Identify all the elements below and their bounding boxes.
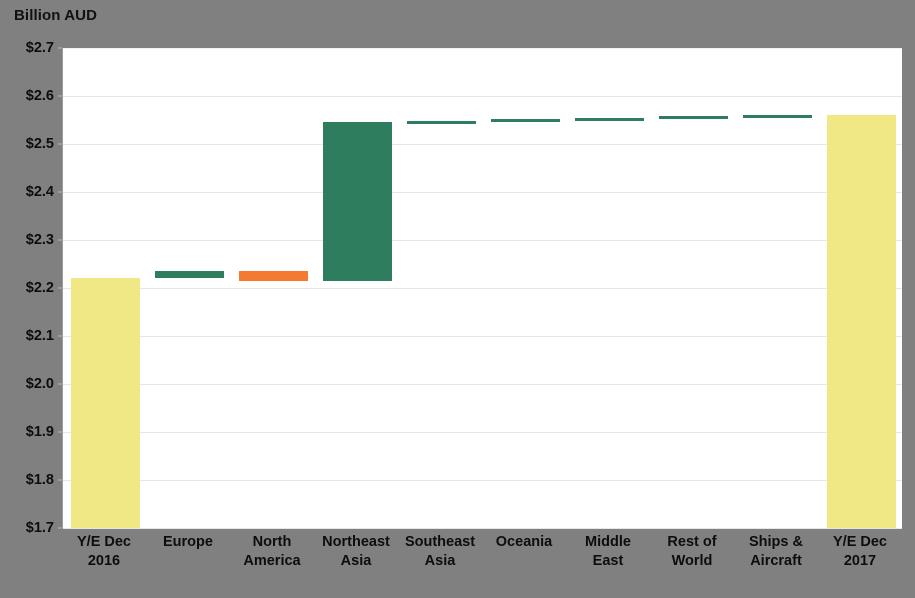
gridline — [63, 384, 902, 385]
x-tick-label-line: East — [592, 553, 624, 569]
gridline — [63, 240, 902, 241]
x-tick-label: Y/E Dec 2016 — [62, 533, 146, 571]
x-tick-label-line: Aircraft — [750, 553, 802, 569]
x-tick-label-line: Asia — [340, 553, 372, 569]
y-tick-label: $2.4 — [25, 184, 54, 200]
x-tick-label-line: Middle — [585, 534, 631, 550]
x-tick-label: Y/E Dec 2017 — [818, 533, 902, 571]
bar-y-e-dec-2016 — [70, 278, 140, 528]
x-tick-label-line: Ships & — [749, 534, 803, 550]
x-tick-label: North America — [230, 533, 314, 571]
plot-area — [62, 48, 902, 529]
gridline — [63, 192, 902, 193]
waterfall-chart: Billion AUD $2.7 $2.6 $2.5 $2.4 $2.3 $2.2 $2.1… — [0, 0, 915, 598]
x-tick-label-line: Asia — [424, 553, 456, 569]
x-tick-label: Middle East — [566, 533, 650, 571]
y-tick-label: $2.7 — [25, 40, 54, 56]
x-tick-label: Southeast Asia — [398, 533, 482, 571]
x-tick-label: Oceania — [482, 533, 566, 552]
bar-rest-of-world — [658, 116, 728, 120]
x-tick-label-line: Rest of — [667, 534, 717, 550]
bar-southeast-asia — [406, 120, 476, 124]
gridline — [63, 144, 902, 145]
bar-north-america — [238, 271, 308, 281]
y-axis: $2.7 $2.6 $2.5 $2.4 $2.3 $2.2 $2.1 $2.0 $1.9 $1.8… — [0, 40, 62, 536]
bar-middle-east — [574, 117, 644, 121]
x-tick-label-line: Europe — [163, 534, 213, 550]
y-tick-label: $2.0 — [25, 376, 54, 392]
bar-oceania — [490, 119, 560, 123]
bar-northeast-asia — [322, 122, 392, 281]
x-tick-label-line: World — [671, 553, 713, 569]
gridline — [63, 288, 902, 289]
y-tick-label: $2.1 — [25, 328, 54, 344]
bar-y-e-dec-2017 — [826, 115, 896, 528]
y-tick-label: $2.5 — [25, 136, 54, 152]
y-tick-label: $1.7 — [25, 520, 54, 536]
x-tick-label-line: Y/E Dec — [77, 534, 131, 550]
gridline — [63, 48, 902, 49]
x-tick-label-line: North — [252, 534, 292, 550]
x-tick-label-line: Southeast — [404, 534, 476, 550]
x-tick-label-line: Oceania — [495, 534, 553, 550]
x-tick-label: Rest of World — [650, 533, 734, 571]
y-tick-label: $2.2 — [25, 280, 54, 296]
chart-title: Billion AUD — [14, 7, 98, 24]
x-tick-label-line: 2017 — [843, 553, 877, 569]
y-tick-label: $2.6 — [25, 88, 54, 104]
x-tick-label: Northeast Asia — [314, 533, 398, 571]
x-tick-label-line: 2016 — [87, 553, 121, 569]
gridline — [63, 96, 902, 97]
gridline — [63, 432, 902, 433]
x-tick-label-line: Northeast — [322, 534, 390, 550]
gridline — [63, 480, 902, 481]
bar-europe — [154, 271, 224, 279]
x-tick-label-line: America — [243, 553, 301, 569]
y-tick-label: $1.9 — [25, 424, 54, 440]
bar-ships-aircraft — [742, 115, 812, 119]
y-tick-label: $1.8 — [25, 472, 54, 488]
x-axis: Y/E Dec 2016 Europe North America Northeast As… — [62, 530, 902, 592]
gridline — [63, 336, 902, 337]
gridline — [63, 528, 902, 529]
y-tick-label: $2.3 — [25, 232, 54, 248]
x-tick-label-line: Y/E Dec — [833, 534, 887, 550]
x-tick-label: Europe — [146, 533, 230, 552]
x-tick-label: Ships & Aircraft — [734, 533, 818, 571]
